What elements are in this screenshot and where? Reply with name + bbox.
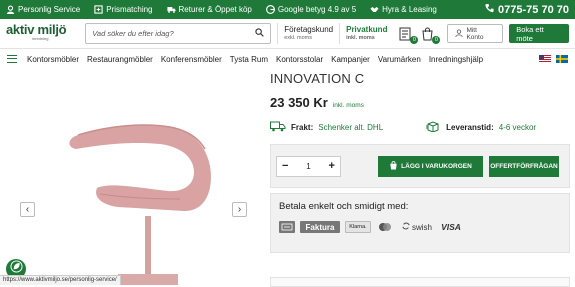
product-info: INNOVATION C 23 350 Kr inkl. moms Frakt:… [270, 71, 570, 253]
cart-button[interactable]: 0 [421, 27, 435, 41]
chevron-right-icon: › [238, 204, 241, 215]
chevron-left-icon: ‹ [26, 204, 29, 215]
sweden-flag-icon[interactable] [556, 55, 568, 63]
payment-title: Betala enkelt och smidigt med: [279, 201, 561, 212]
company-customer-option[interactable]: Företagskund exkl. moms [277, 23, 339, 44]
nav-item[interactable]: Inredningshjälp [429, 55, 483, 64]
nav-item[interactable]: Kampanjer [331, 55, 370, 64]
topbar-item-label: Returer & Öppet köp [179, 5, 252, 14]
menu-icon[interactable] [7, 55, 17, 63]
status-bar-url: https://www.aktivmiljo.se/personlig-serv… [0, 275, 121, 285]
my-account-button[interactable]: Mitt Konto [447, 24, 503, 43]
add-to-cart-button[interactable]: LÄGG I VARUKORGEN [378, 156, 483, 177]
delivery-label: Leveranstid: [446, 123, 494, 132]
cart-icon [389, 161, 398, 172]
support-icon [6, 5, 15, 14]
search-input[interactable]: Vad söker du efter idag? [85, 23, 271, 44]
google-icon [266, 5, 275, 14]
my-account-label: Mitt Konto [466, 27, 495, 41]
topbar-item-label: Personlig Service [18, 5, 80, 14]
search-icon[interactable] [255, 28, 264, 39]
quantity-value[interactable]: 1 [306, 162, 310, 171]
topbar-item-label: Prismatching [106, 5, 152, 14]
faktura-logo: Faktura [300, 221, 340, 233]
cart-count-badge: 0 [432, 36, 440, 44]
delivery-value: 4-6 veckor [499, 123, 536, 132]
private-customer-sub: inkl. moms [346, 34, 387, 43]
freight-value: Schenker alt. DHL [318, 123, 383, 132]
freight-label: Frakt: [291, 123, 313, 132]
topbar-hyra-leasing[interactable]: Hyra & Leasing [370, 5, 437, 14]
nav-item[interactable]: Tysta Rum [230, 55, 268, 64]
package-icon [426, 121, 441, 134]
shipping-info: Frakt: Schenker alt. DHL Leveranstid: 4-… [270, 121, 570, 134]
topbar-item-label: Hyra & Leasing [382, 5, 437, 14]
klarna-logo: Klarna. [345, 221, 371, 233]
nav-item[interactable]: Konferensmöbler [161, 55, 222, 64]
phone-icon [485, 3, 494, 16]
gallery-next-button[interactable]: › [232, 202, 247, 217]
logo-text: aktiv miljö [6, 23, 75, 36]
price-tag-icon [94, 5, 103, 14]
price-vat-note: inkl. moms [333, 102, 364, 109]
nav-item[interactable]: Varumärken [378, 55, 421, 64]
delivery-truck-icon [270, 121, 286, 134]
purchase-box: − 1 + LÄGG I VARUKORGEN OFFERTFÖRFRÅGAN [270, 144, 570, 188]
phone-number[interactable]: 0775-75 70 70 [485, 3, 569, 16]
increase-quantity-button[interactable]: + [329, 160, 335, 172]
payment-methods-box: Betala enkelt och smidigt med: Faktura K… [270, 193, 570, 253]
nav-item[interactable]: Kontorsstolar [276, 55, 323, 64]
swish-logo-text: swish [412, 223, 432, 232]
wishlist-button[interactable]: 0 [399, 27, 413, 41]
decrease-quantity-button[interactable]: − [282, 160, 288, 172]
swish-logo: swish [399, 221, 435, 233]
add-to-cart-label: LÄGG I VARUKORGEN [401, 163, 472, 170]
quantity-stepper[interactable]: − 1 + [276, 156, 341, 177]
visa-logo-text: VISA [441, 222, 461, 232]
faktura-logo-text: Faktura [306, 223, 335, 232]
topbar-google-rating[interactable]: Google betyg 4.9 av 5 [266, 5, 356, 14]
topbar-prismatching[interactable]: Prismatching [94, 5, 152, 14]
swish-icon [402, 222, 410, 232]
us-flag-icon[interactable] [539, 55, 551, 63]
search-placeholder: Vad söker du efter idag? [92, 29, 173, 38]
header-icons: 0 0 [399, 27, 435, 41]
handshake-icon [370, 5, 379, 14]
company-customer-sub: exkl. moms [284, 34, 333, 43]
main-header: aktiv miljö inredning Vad söker du efter… [0, 19, 575, 49]
book-meeting-button[interactable]: Boka ett möte [509, 24, 569, 43]
wishlist-count-badge: 0 [410, 36, 418, 44]
payment-logos: Faktura Klarna. swish VISA [279, 221, 561, 233]
nav-item[interactable]: Restaurangmöbler [87, 55, 153, 64]
truck-icon [167, 5, 176, 14]
mastercard-icon [376, 221, 394, 233]
request-quote-button[interactable]: OFFERTFÖRFRÅGAN [489, 156, 559, 177]
product-title: INNOVATION C [270, 71, 570, 86]
private-customer-option[interactable]: Privatkund inkl. moms [339, 23, 393, 44]
language-flags [539, 55, 568, 63]
visa-logo: VISA [440, 221, 462, 233]
amex-icon [279, 221, 295, 233]
category-nav: Kontorsmöbler Restaurangmöbler Konferens… [0, 49, 575, 69]
product-gallery: ‹ › [0, 71, 264, 285]
user-icon [455, 29, 463, 39]
site-logo[interactable]: aktiv miljö inredning [6, 23, 75, 45]
klarna-logo-text: Klarna. [349, 224, 366, 230]
topbar-returer[interactable]: Returer & Öppet köp [167, 5, 252, 14]
topbar-item-label: Google betyg 4.9 av 5 [278, 5, 356, 14]
next-section-box [270, 277, 570, 287]
price-amount: 23 350 Kr [270, 95, 328, 110]
company-customer-label: Företagskund [284, 25, 333, 34]
nav-item[interactable]: Kontorsmöbler [27, 55, 79, 64]
phone-number-text: 0775-75 70 70 [498, 4, 569, 16]
topbar-personlig-service[interactable]: Personlig Service [6, 5, 80, 14]
gallery-prev-button[interactable]: ‹ [20, 202, 35, 217]
private-customer-label: Privatkund [346, 25, 387, 34]
product-price: 23 350 Kr inkl. moms [270, 95, 570, 110]
product-image [0, 71, 264, 285]
top-info-bar: Personlig Service Prismatching Returer &… [0, 0, 575, 19]
customer-type-toggle: Företagskund exkl. moms Privatkund inkl.… [277, 23, 393, 44]
